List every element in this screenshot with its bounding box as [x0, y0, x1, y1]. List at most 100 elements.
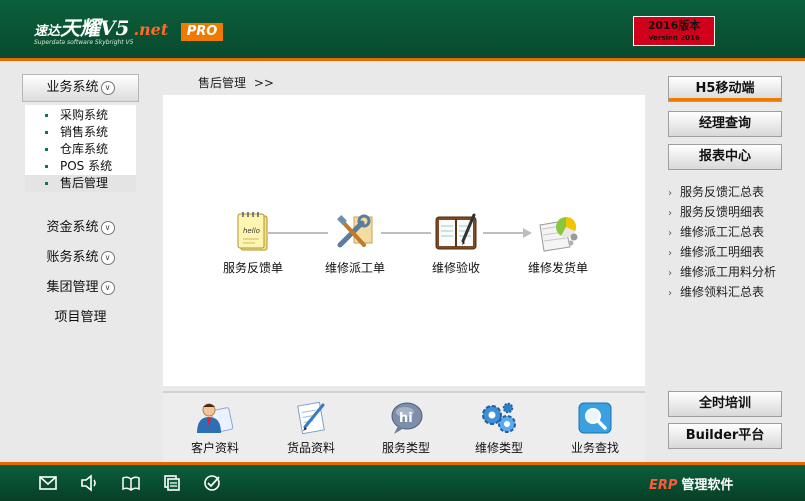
- bullet-icon: [45, 182, 48, 185]
- menu-label: 项目管理: [54, 310, 107, 325]
- speaker-icon[interactable]: [79, 473, 99, 493]
- chevron-right-icon: ›: [668, 248, 672, 259]
- manager-query-button[interactable]: 经理查询: [668, 111, 782, 137]
- version-subtitle: Version 2016: [648, 34, 700, 42]
- footer-erp-label: ERP: [649, 478, 678, 493]
- workflow-step-repair-acceptance[interactable]: 维修验收: [411, 211, 501, 276]
- h5-mobile-button[interactable]: H5移动端: [668, 76, 782, 102]
- builder-platform-button[interactable]: Builder平台: [668, 423, 782, 449]
- svg-text:hello: hello: [243, 227, 260, 235]
- workflow-step-label: 维修验收: [431, 261, 480, 275]
- quick-goods-data[interactable]: 货品资料: [271, 401, 351, 456]
- submenu-item-sales[interactable]: 销售系统: [25, 124, 136, 141]
- chevron-down-icon: ∨: [100, 281, 115, 295]
- notebook-pen-icon: [435, 213, 477, 250]
- notepad-hello-icon: hello: [237, 212, 268, 251]
- report-link-label: 维修派工用料分析: [680, 265, 777, 279]
- hi-bubble-icon: hi: [391, 402, 423, 434]
- workflow-step-label: 维修派工单: [324, 261, 385, 275]
- report-link-label: 维修领料汇总表: [680, 285, 765, 299]
- footer-brand-label: 管理软件: [681, 478, 734, 493]
- quick-customer-data[interactable]: 客户资料: [175, 401, 255, 456]
- chevron-right-icon: ›: [668, 188, 672, 199]
- submenu-label: 销售系统: [60, 125, 109, 139]
- chevron-down-icon: ∨: [100, 251, 115, 265]
- delivery-pie-chart-icon: [539, 217, 578, 252]
- menu-project-management[interactable]: 项目管理: [22, 306, 139, 330]
- report-link-label: 服务反馈汇总表: [680, 185, 765, 199]
- gears-icon: [482, 402, 516, 433]
- report-center-button[interactable]: 报表中心: [668, 144, 782, 170]
- header-divider: [0, 58, 805, 61]
- quick-service-type[interactable]: hi 服务类型: [366, 401, 446, 456]
- submenu-item-pos[interactable]: POS 系统: [25, 158, 136, 175]
- book-icon[interactable]: [121, 473, 141, 493]
- workflow-step-repair-shipment[interactable]: 维修发货单: [513, 211, 603, 276]
- app-logo: 速达天耀V5 .net: [34, 12, 168, 41]
- mail-icon[interactable]: [38, 473, 58, 493]
- workflow-step-label: 服务反馈单: [222, 261, 283, 275]
- menu-label: 集团管理: [46, 280, 99, 295]
- submenu-label: 仓库系统: [60, 142, 109, 156]
- report-link-repair-material-analysis[interactable]: › 维修派工用料分析: [668, 263, 776, 280]
- svg-text:hi: hi: [399, 411, 413, 426]
- magnifier-icon: [578, 402, 612, 434]
- report-link-repair-picking-summary[interactable]: › 维修领料汇总表: [668, 283, 764, 300]
- menu-label: 资金系统: [46, 220, 99, 235]
- chevron-down-icon: ∨: [100, 221, 115, 235]
- report-link-label: 服务反馈明细表: [680, 205, 765, 219]
- app-footer: ERP 管理软件: [0, 465, 805, 501]
- quick-item-label: 货品资料: [286, 441, 335, 455]
- quick-item-label: 服务类型: [381, 441, 430, 455]
- quick-repair-type[interactable]: 维修类型: [459, 401, 539, 456]
- bullet-icon: [45, 165, 48, 168]
- report-link-label: 维修派工明细表: [680, 245, 765, 259]
- check-circle-icon[interactable]: [202, 473, 222, 493]
- business-submenu: 采购系统 销售系统 仓库系统 POS 系统 售后管理: [25, 105, 136, 192]
- submenu-item-purchase[interactable]: 采购系统: [25, 107, 136, 124]
- chevron-right-icon: ›: [668, 288, 672, 299]
- menu-accounting-system[interactable]: 账务系统 ∨: [22, 246, 139, 270]
- submenu-label: 售后管理: [60, 176, 109, 190]
- chevron-right-icon: ›: [668, 208, 672, 219]
- breadcrumb-current: 售后管理: [198, 76, 247, 90]
- pro-badge: PRO: [181, 23, 223, 41]
- logo-subtitle: Superdata software Skybright V5: [34, 39, 134, 46]
- bullet-icon: [45, 114, 48, 117]
- workflow-step-service-feedback[interactable]: hello 服务反馈单: [208, 211, 298, 276]
- logo-net: .net: [133, 20, 169, 39]
- workflow-step-repair-dispatch[interactable]: 维修派工单: [310, 211, 400, 276]
- breadcrumb: 售后管理 >>: [198, 74, 274, 91]
- submenu-item-after-sales[interactable]: 售后管理: [25, 175, 136, 192]
- menu-group-management[interactable]: 集团管理 ∨: [22, 276, 139, 300]
- footer-brand: ERP 管理软件: [649, 474, 733, 493]
- report-link-repair-dispatch-detail[interactable]: › 维修派工明细表: [668, 243, 764, 260]
- workflow-panel: hello 服务反馈单 维修派工单 维修验收 维修发货单: [163, 95, 645, 386]
- chevron-down-icon: ∨: [100, 81, 115, 95]
- report-link-service-feedback-summary[interactable]: › 服务反馈汇总表: [668, 183, 764, 200]
- chevron-right-icon: ›: [668, 228, 672, 239]
- quick-item-label: 维修类型: [474, 441, 523, 455]
- quick-item-label: 客户资料: [190, 441, 239, 455]
- bullet-icon: [45, 148, 48, 151]
- quick-business-search[interactable]: 业务查找: [555, 401, 635, 456]
- menu-fund-system[interactable]: 资金系统 ∨: [22, 216, 139, 240]
- customer-icon: [197, 403, 234, 433]
- quick-item-label: 业务查找: [570, 441, 619, 455]
- window-copy-icon[interactable]: [162, 473, 182, 493]
- submenu-label: 采购系统: [60, 108, 109, 122]
- fulltime-training-button[interactable]: 全时培训: [668, 391, 782, 417]
- logo-brand: 速达: [34, 24, 61, 39]
- submenu-item-warehouse[interactable]: 仓库系统: [25, 141, 136, 158]
- tools-icon: [337, 214, 373, 248]
- logo-version: V5: [100, 16, 130, 40]
- submenu-label: POS 系统: [60, 159, 113, 173]
- version-title: 2016版本: [647, 19, 701, 32]
- menu-label: 业务系统: [46, 80, 99, 95]
- quick-access-bar: 客户资料 货品资料 hi 服务类型 维修类型 业务查找: [163, 391, 645, 463]
- menu-business-system[interactable]: 业务系统 ∨: [22, 74, 139, 102]
- breadcrumb-arrow-icon: >>: [253, 76, 274, 90]
- report-link-service-feedback-detail[interactable]: › 服务反馈明细表: [668, 203, 764, 220]
- bullet-icon: [45, 131, 48, 134]
- report-link-repair-dispatch-summary[interactable]: › 维修派工汇总表: [668, 223, 764, 240]
